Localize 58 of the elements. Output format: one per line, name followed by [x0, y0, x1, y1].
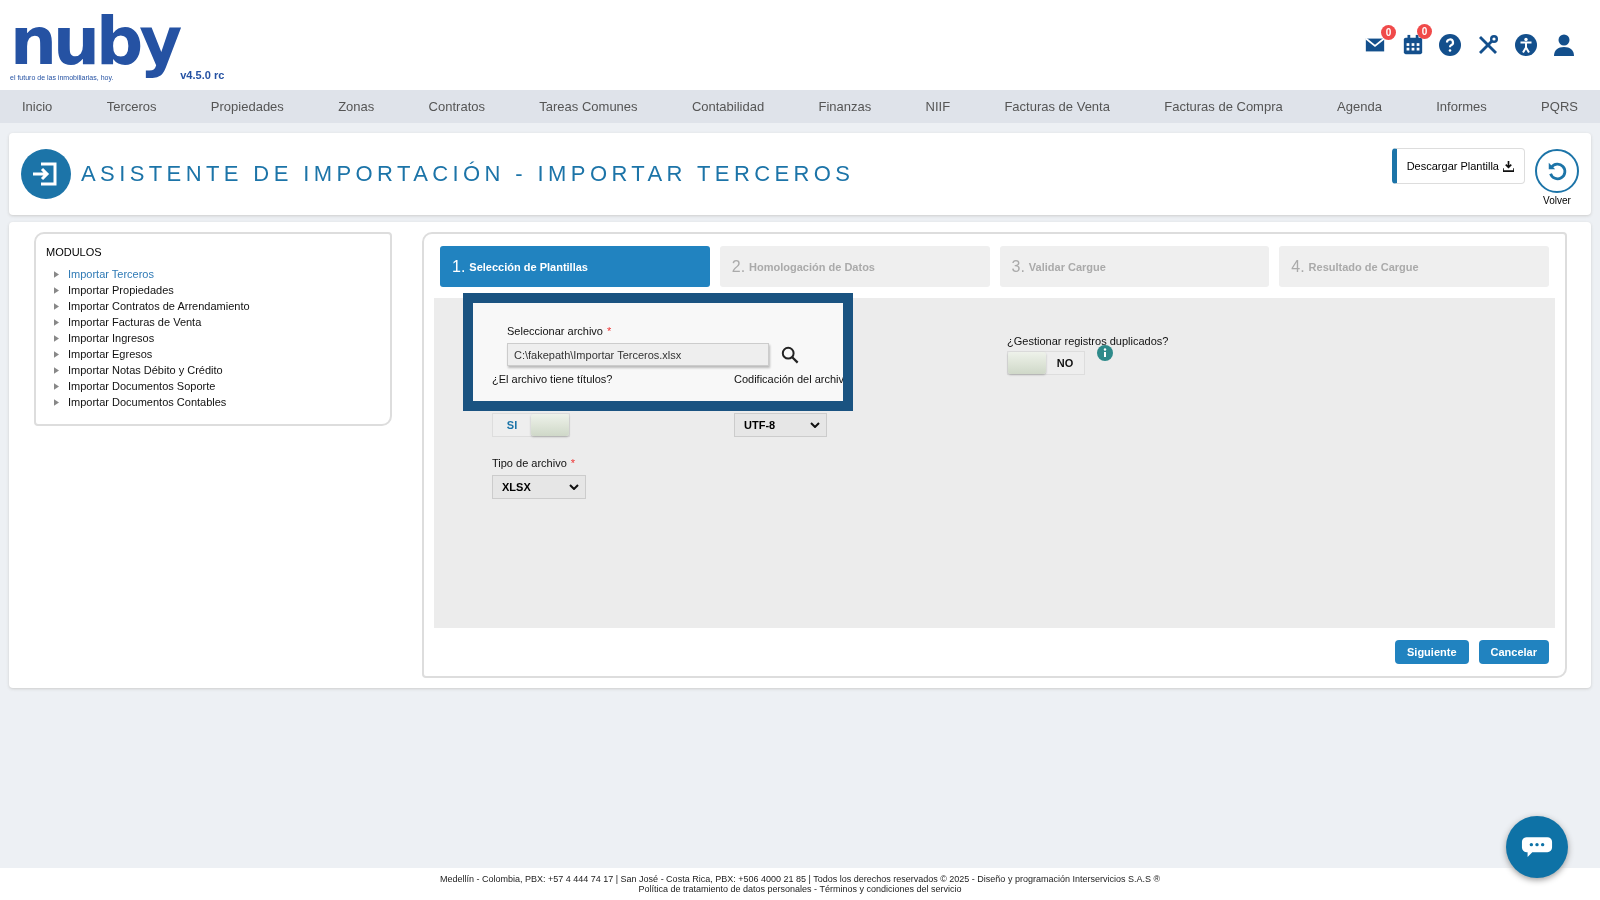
nav-link[interactable]: Facturas de Compra	[1164, 99, 1283, 114]
module-link[interactable]: Importar Terceros	[68, 268, 154, 280]
nav-link[interactable]: Propiedades	[210, 99, 284, 114]
chat-button[interactable]	[1506, 816, 1568, 878]
nav-link[interactable]: NIIF	[925, 99, 951, 114]
info-icon[interactable]	[1097, 345, 1113, 361]
toggle-switch[interactable]: SI	[492, 413, 570, 437]
nav-link[interactable]: Tareas Comunes	[539, 99, 638, 114]
chevron-icon	[569, 484, 579, 490]
nav-link[interactable]: Facturas de Venta	[1004, 99, 1110, 114]
module-link[interactable]: Importar Notas Débito y Crédito	[68, 364, 223, 376]
file-path-field[interactable]: C:\fakepath\Importar Terceros.xlsx	[507, 343, 769, 366]
wizard-step-tab[interactable]: 1. Selección de Plantillas	[440, 246, 710, 287]
module-link[interactable]: Importar Egresos	[68, 348, 153, 360]
footer-links[interactable]: Política de tratamiento de datos personales - Términos y condiciones del servicio	[638, 884, 962, 894]
nav-link[interactable]: Contratos	[428, 99, 485, 114]
nav-link[interactable]: Finanzas	[818, 99, 872, 114]
calendar-icon[interactable]	[1402, 33, 1424, 57]
accessibility-icon[interactable]	[1514, 33, 1538, 57]
import-icon	[21, 149, 71, 199]
back-label: Volver	[1543, 194, 1571, 206]
download-template-button[interactable]: Descargar Plantilla	[1391, 148, 1525, 184]
notification-badge: 0	[1417, 24, 1432, 39]
nav-link[interactable]: Contabilidad	[691, 99, 765, 114]
field-label: Seleccionar archivo	[507, 325, 603, 337]
footer-text: Medellín - Colombia, PBX: +57 4 444 74 17 | San José - Costa Rica, PBX: +506 4000 21 85 | Todos los derechos reservados © 2025 - Diseño y programación Interservicios S.A.S ®	[439, 874, 1161, 884]
download-icon	[1503, 160, 1514, 172]
module-link[interactable]: Importar Propiedades	[68, 284, 174, 296]
notification-badge: 0	[1381, 25, 1396, 40]
help-icon[interactable]	[1438, 33, 1462, 57]
nav-link[interactable]: PQRS	[1541, 99, 1578, 114]
required-mark: *	[570, 457, 576, 469]
module-link[interactable]: Importar Ingresos	[68, 332, 155, 344]
nav-link[interactable]: Inicio	[22, 99, 53, 114]
module-link[interactable]: Importar Documentos Soporte	[68, 380, 216, 392]
nav-link[interactable]: Informes	[1436, 99, 1487, 114]
user-icon[interactable]	[1552, 33, 1576, 57]
field-label: ¿Gestionar registros duplicados?	[1007, 335, 1169, 347]
back-button[interactable]	[1535, 148, 1579, 193]
field-label: Tipo de archivo	[492, 457, 567, 469]
module-link[interactable]: Importar Documentos Contables	[68, 396, 227, 408]
module-link[interactable]: Importar Contratos de Arrendamiento	[68, 300, 250, 312]
modules-heading: MODULOS	[46, 246, 103, 258]
field-label: ¿El archivo tiene títulos?	[492, 373, 614, 385]
nav-link[interactable]: Agenda	[1337, 99, 1382, 114]
chevron-icon	[810, 422, 820, 428]
toggle-switch[interactable]: NO	[1007, 351, 1085, 375]
action-button[interactable]: Siguiente	[1395, 640, 1469, 664]
nav-link[interactable]: Zonas	[338, 99, 375, 114]
search-icon[interactable]	[781, 345, 799, 364]
version-label: v4.5.0 rc	[180, 68, 225, 81]
action-button[interactable]: Cancelar	[1478, 640, 1549, 664]
page-title: ASISTENTE DE IMPORTACIÓN - IMPORTAR TERCEROS	[81, 161, 855, 187]
file-type-select[interactable]: XLSX	[492, 475, 586, 499]
module-link[interactable]: Importar Facturas de Venta	[68, 316, 202, 328]
nav-link[interactable]: Terceros	[106, 99, 157, 114]
required-mark: *	[607, 325, 612, 337]
encoding-select[interactable]: UTF-8	[734, 413, 827, 437]
